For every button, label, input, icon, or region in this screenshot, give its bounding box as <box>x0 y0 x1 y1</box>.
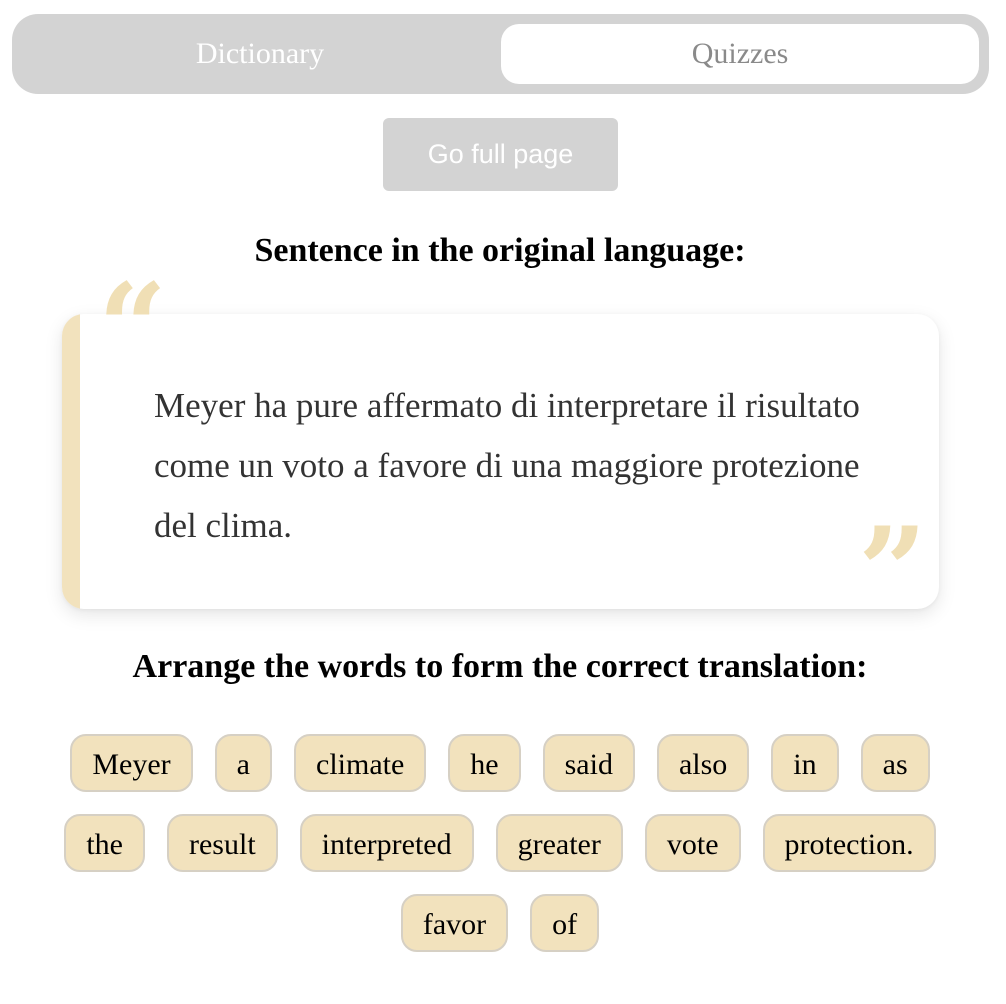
word-chip[interactable]: also <box>656 734 750 792</box>
word-chip[interactable]: a <box>214 734 272 792</box>
word-chip[interactable]: of <box>530 894 600 952</box>
word-bank-row-1: Meyer a climate he said also in as <box>0 734 1000 792</box>
tab-quizzes[interactable]: Quizzes <box>501 24 979 84</box>
word-chip[interactable]: result <box>167 814 278 872</box>
word-chip[interactable]: he <box>448 734 521 792</box>
word-chip[interactable]: said <box>542 734 635 792</box>
original-sentence: Meyer ha pure affermato di interpretare … <box>154 386 860 545</box>
tab-bar: Dictionary Quizzes <box>12 14 989 94</box>
quote-accent-bar <box>62 314 80 609</box>
word-chip[interactable]: interpreted <box>299 814 474 872</box>
close-quote-icon: ” <box>858 501 928 642</box>
quote-card: Meyer ha pure affermato di interpretare … <box>62 314 939 609</box>
tab-dictionary[interactable]: Dictionary <box>22 24 498 84</box>
word-chip[interactable]: vote <box>644 814 741 872</box>
go-full-page-button[interactable]: Go full page <box>383 118 618 191</box>
word-chip[interactable]: greater <box>495 814 623 872</box>
arrange-words-heading: Arrange the words to form the correct tr… <box>132 648 868 685</box>
word-chip[interactable]: protection. <box>762 814 936 872</box>
word-bank-row-3: favor of <box>0 894 1000 952</box>
open-quote-icon: “ <box>98 257 168 398</box>
word-bank-row-2: the result interpreted greater vote prot… <box>0 814 1000 872</box>
word-chip[interactable]: climate <box>294 734 427 792</box>
word-chip[interactable]: in <box>771 734 839 792</box>
word-chip[interactable]: the <box>64 814 145 872</box>
word-chip[interactable]: favor <box>400 894 509 952</box>
word-chip[interactable]: Meyer <box>70 734 193 792</box>
word-chip[interactable]: as <box>860 734 930 792</box>
